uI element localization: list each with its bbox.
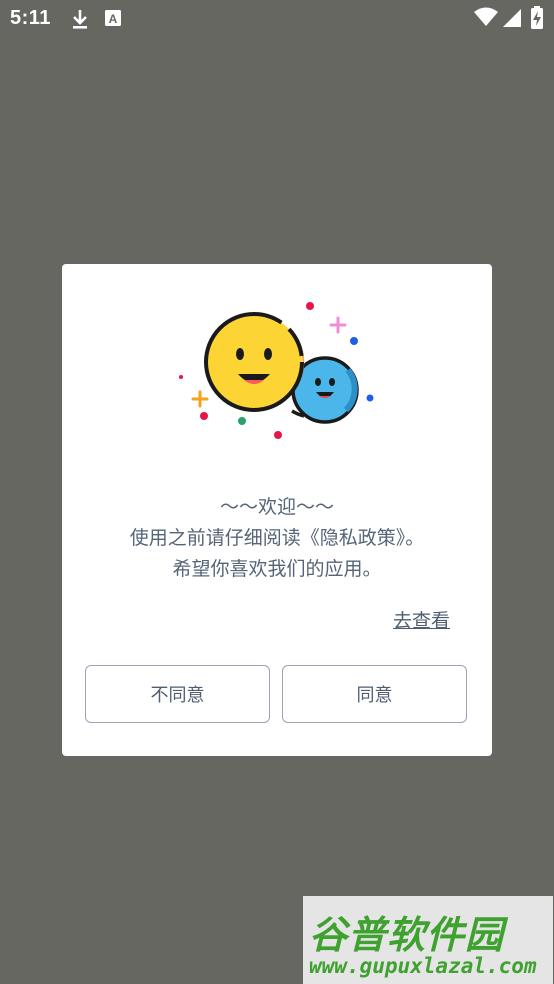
- font-a-icon: A: [104, 8, 122, 33]
- battery-charging-icon: [530, 6, 544, 35]
- signal-icon: [502, 8, 522, 33]
- privacy-message-line1: 使用之前请仔细阅读《隐私政策》。: [129, 527, 425, 549]
- status-time: 5:11: [10, 7, 51, 29]
- watermark-title: 谷普软件园: [309, 913, 505, 957]
- watermark: 谷普软件园 www.gupuxlazal.com: [303, 896, 553, 984]
- wifi-icon: [474, 7, 498, 32]
- download-icon: [70, 8, 90, 35]
- disagree-button-label: 不同意: [150, 685, 205, 706]
- disagree-button[interactable]: 不同意: [85, 665, 270, 723]
- agree-button[interactable]: 同意: [282, 665, 467, 723]
- svg-text:A: A: [109, 12, 118, 26]
- smiley-illustration: [179, 302, 374, 439]
- watermark-url: www.gupuxlazal.com: [309, 954, 537, 978]
- privacy-dialog: ～～欢迎～～ 使用之前请仔细阅读《隐私政策》。 希望你喜欢我们的应用。 去查看 …: [62, 264, 492, 756]
- privacy-message-line2: 希望你喜欢我们的应用。: [172, 558, 382, 580]
- greeting-text: ～～欢迎～～: [219, 496, 334, 518]
- status-bar: 5:11 A: [0, 0, 554, 38]
- agree-button-label: 同意: [356, 685, 393, 706]
- view-policy-link[interactable]: 去查看: [393, 606, 450, 633]
